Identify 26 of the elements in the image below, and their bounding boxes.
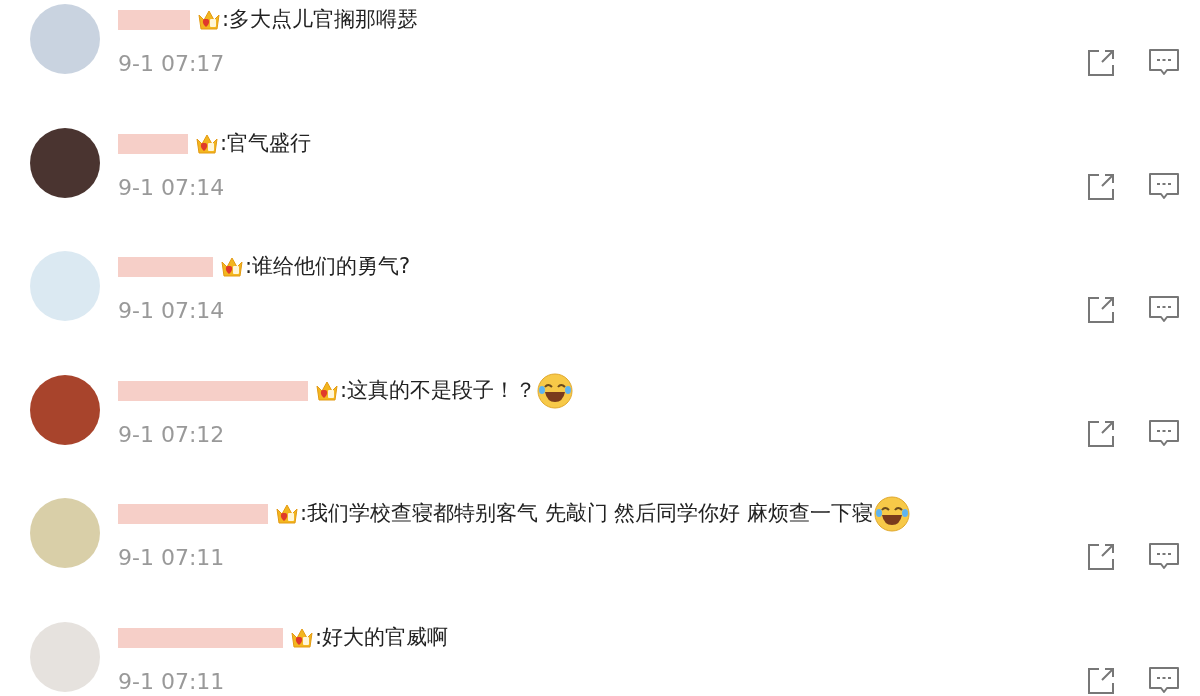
- comment-time: 9-1 07:11: [118, 667, 226, 696]
- comment-text: :好大的官威啊: [315, 623, 449, 651]
- comment-icon[interactable]: [1148, 48, 1180, 78]
- comment-time: 9-1 07:11: [118, 544, 226, 572]
- comment-icon[interactable]: [1148, 171, 1180, 202]
- comment-icon[interactable]: [1148, 418, 1180, 449]
- share-icon[interactable]: [1086, 665, 1116, 696]
- share-icon[interactable]: [1086, 542, 1116, 572]
- comment-time: 9-1 07:17: [118, 50, 226, 78]
- blurred-username: [118, 133, 188, 154]
- share-icon[interactable]: [1086, 171, 1116, 202]
- comment-icon[interactable]: [1148, 665, 1180, 696]
- comment-time: 9-1 07:12: [118, 420, 226, 449]
- share-icon[interactable]: [1086, 295, 1116, 325]
- share-icon[interactable]: [1086, 418, 1116, 449]
- comment-text: :谁给他们的勇气?: [245, 253, 411, 281]
- comment-text: :多大点儿官搁那嘚瑟: [222, 6, 419, 34]
- comment-text: :官气盛行: [220, 129, 312, 157]
- comment-time: 9-1 07:14: [118, 297, 226, 325]
- blurred-username: [118, 10, 190, 30]
- share-icon[interactable]: [1086, 48, 1116, 78]
- comment-text: :我们学校查寝都特别客气 先敲门 然后同学你好 麻烦查一下寝: [300, 500, 874, 528]
- comment-icon[interactable]: [1148, 295, 1180, 325]
- comment-time: 9-1 07:14: [118, 173, 226, 202]
- comment-text: :这真的不是段子！？: [340, 376, 537, 404]
- comment-icon[interactable]: [1148, 542, 1180, 572]
